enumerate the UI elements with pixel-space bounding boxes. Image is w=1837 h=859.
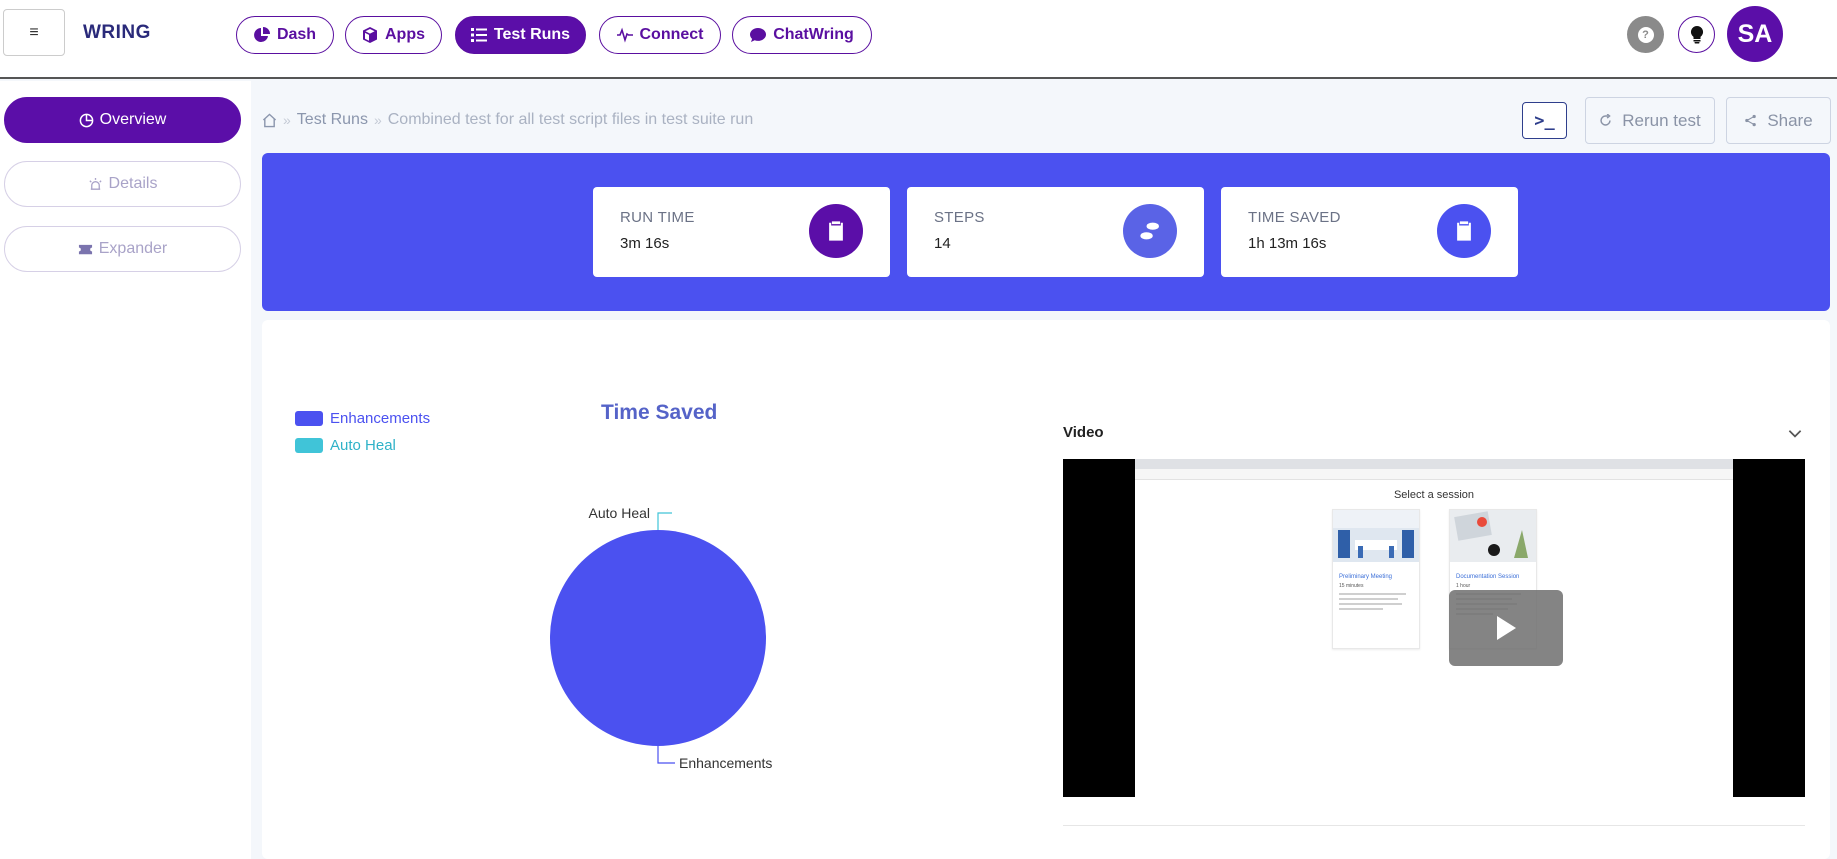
- stat-label: STEPS: [934, 209, 985, 226]
- sidebar-item-label: Overview: [99, 111, 167, 128]
- alarm-icon: [88, 177, 102, 190]
- desk-image: [1450, 510, 1536, 562]
- stat-card-steps: STEPS 14: [907, 187, 1204, 277]
- stat-card-run-time: RUN TIME 3m 16s: [593, 187, 890, 277]
- rerun-test-button[interactable]: Rerun test: [1585, 97, 1715, 144]
- nav-dash-label: Dash: [276, 26, 317, 43]
- overview-card: Enhancements Auto Heal Time Saved Enhanc…: [262, 320, 1830, 859]
- nav-connect[interactable]: Connect: [599, 16, 721, 54]
- help-button[interactable]: ?: [1627, 16, 1664, 53]
- sidebar-item-expander[interactable]: Expander: [4, 226, 241, 272]
- nav-connect-label: Connect: [639, 26, 704, 43]
- clipboard-icon: [1437, 204, 1491, 258]
- divider: [1063, 825, 1805, 826]
- share-button[interactable]: Share: [1726, 97, 1831, 144]
- stat-label: TIME SAVED: [1248, 209, 1341, 226]
- stat-value: 1h 13m 16s: [1248, 235, 1327, 252]
- video-screen-heading: Select a session: [1393, 489, 1475, 501]
- home-icon[interactable]: [262, 112, 277, 128]
- play-icon: [1497, 616, 1516, 640]
- video-section-title: Video: [1063, 424, 1104, 441]
- play-button[interactable]: [1449, 590, 1563, 666]
- video-frame: Select a session Preliminary Meeting 15 …: [1135, 459, 1733, 797]
- pie-data-label: Enhancements: [679, 755, 772, 771]
- share-icon: [1745, 114, 1757, 127]
- terminal-icon: >_: [1534, 110, 1555, 131]
- lightbulb-icon: [1690, 25, 1703, 43]
- sidebar-item-label: Expander: [98, 240, 168, 257]
- chat-bubble-icon: [750, 28, 767, 42]
- hamburger-icon: ≡: [29, 23, 39, 41]
- cube-icon: [363, 27, 377, 43]
- nav-test-runs-label: Test Runs: [493, 26, 571, 43]
- sidebar-item-details[interactable]: Details: [4, 161, 241, 207]
- pie-chart-icon: [79, 113, 93, 127]
- stats-banner: RUN TIME 3m 16s STEPS 14 TIME SAVED 1h 1…: [262, 153, 1830, 311]
- nav-chatwring-label: ChatWring: [773, 26, 854, 43]
- session-name: Documentation Session: [1456, 574, 1520, 580]
- meeting-room-image: [1333, 510, 1419, 562]
- terminal-button[interactable]: >_: [1522, 102, 1567, 139]
- ticket-icon: [78, 244, 92, 254]
- time-saved-pie-chart: Enhancements Auto Heal: [550, 505, 772, 771]
- breadcrumb-test-runs[interactable]: Test Runs: [297, 111, 368, 129]
- hamburger-menu-button[interactable]: ≡: [3, 9, 65, 56]
- nav-dash[interactable]: Dash: [236, 16, 334, 54]
- sidebar-item-label: Details: [108, 175, 158, 192]
- session-duration: 15 minutes: [1339, 583, 1364, 589]
- sidebar: Overview Details Expander: [0, 81, 251, 859]
- question-icon: ?: [1637, 26, 1654, 43]
- refresh-icon: [1600, 114, 1611, 126]
- breadcrumb-current: Combined test for all test script files …: [387, 111, 754, 128]
- nav-test-runs[interactable]: Test Runs: [455, 16, 586, 54]
- pie-leader-line: [657, 746, 675, 764]
- share-label: Share: [1767, 110, 1813, 130]
- session-name: Preliminary Meeting: [1339, 574, 1393, 580]
- nav-apps[interactable]: Apps: [345, 16, 442, 54]
- stat-value: 14: [934, 235, 951, 252]
- stat-card-time-saved: TIME SAVED 1h 13m 16s: [1221, 187, 1518, 277]
- sidebar-item-overview[interactable]: Overview: [4, 97, 241, 143]
- session-card: Preliminary Meeting 15 minutes: [1332, 509, 1420, 649]
- stat-label: RUN TIME: [620, 209, 695, 226]
- video-player[interactable]: Select a session Preliminary Meeting 15 …: [1063, 459, 1805, 797]
- browser-address-bar: [1135, 469, 1733, 480]
- user-avatar[interactable]: SA: [1727, 6, 1783, 62]
- breadcrumb-separator-icon: »: [373, 112, 382, 128]
- rerun-test-label: Rerun test: [1622, 110, 1701, 130]
- chevron-down-icon[interactable]: [1786, 424, 1804, 442]
- clipboard-icon: [809, 204, 863, 258]
- session-duration: 1 hour: [1456, 583, 1471, 589]
- pie-chart-icon: [254, 27, 270, 42]
- pulse-icon: [616, 27, 633, 43]
- pie-leader-line: [657, 512, 672, 530]
- pie-data-label: Auto Heal: [589, 505, 650, 521]
- ideas-button[interactable]: [1678, 16, 1715, 53]
- top-navbar: ≡ WRING Dash Apps Test Runs Connect Chat…: [0, 0, 1837, 79]
- nav-apps-label: Apps: [385, 26, 425, 43]
- pie-slice-enhancements[interactable]: [550, 530, 766, 746]
- session-description: [1339, 593, 1413, 610]
- breadcrumb-separator-icon: »: [283, 112, 291, 128]
- breadcrumb: » Test Runs » Combined test for all test…: [262, 111, 753, 129]
- stat-value: 3m 16s: [620, 235, 670, 252]
- browser-tab-bar: [1135, 459, 1733, 469]
- list-icon: [470, 28, 487, 42]
- footprints-icon: [1123, 204, 1177, 258]
- brand-logo[interactable]: WRING: [83, 22, 151, 44]
- nav-chatwring[interactable]: ChatWring: [732, 16, 872, 54]
